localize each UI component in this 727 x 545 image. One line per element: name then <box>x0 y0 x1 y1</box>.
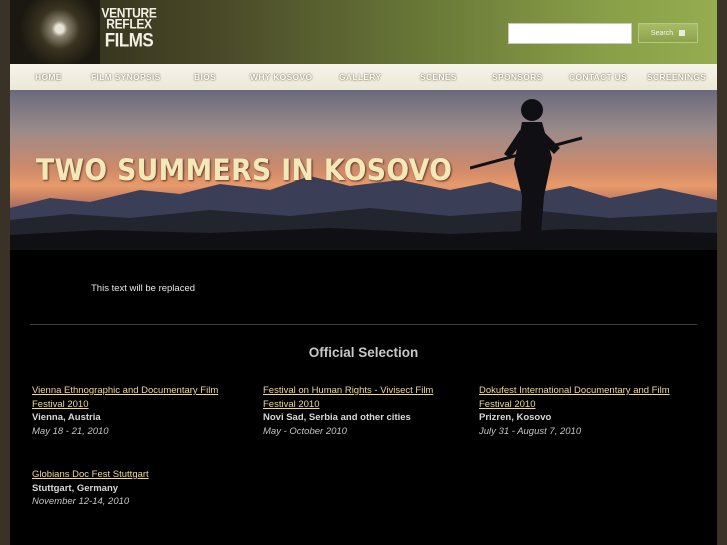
nav-item-why-kosovo[interactable]: WHY KOSOVO <box>250 64 312 90</box>
festival-dates: May 18 - 21, 2010 <box>32 426 109 438</box>
header: VENTURE REFLEX FILMS Search <box>10 0 717 64</box>
nav-item-gallery[interactable]: GALLERY <box>339 64 381 90</box>
festival-dates: July 31 - August 7, 2010 <box>479 426 582 438</box>
divider <box>30 324 697 325</box>
festival-place: Vienna, Austria <box>32 412 101 424</box>
festival-place: Stuttgart, Germany <box>32 482 119 494</box>
festival-item: Vienna Ethnographic and Documentary Film… <box>32 384 232 439</box>
logo[interactable]: VENTURE REFLEX FILMS <box>101 6 157 52</box>
festival-place: Novi Sad, Serbia and other cities <box>263 412 411 424</box>
main-nav: HOME FILM SYNOPSIS BIOS WHY KOSOVO GALLE… <box>10 64 717 90</box>
festival-item: Festival on Human Rights - Vivisect Film… <box>263 384 448 439</box>
page: VENTURE REFLEX FILMS Search HOME FILM SY… <box>10 0 717 545</box>
banner-title: TWO SUMMERS IN KOSOVO <box>36 153 453 187</box>
search-input[interactable] <box>508 23 632 44</box>
search-button-label: Search <box>650 29 674 37</box>
search-icon <box>679 30 686 36</box>
festival-dates: May - October 2010 <box>263 426 347 438</box>
nav-item-contact-us[interactable]: CONTACT US <box>569 64 627 90</box>
festival-link[interactable]: Dokufest International Documentary and F… <box>479 384 689 411</box>
festival-place: Prizren, Kosovo <box>479 412 552 424</box>
nav-item-home[interactable]: HOME <box>35 64 62 90</box>
festival-dates: November 12-14, 2010 <box>32 496 130 508</box>
section-heading: Official Selection <box>308 345 419 360</box>
festival-link[interactable]: Vienna Ethnographic and Documentary Film… <box>32 384 232 411</box>
festival-link[interactable]: Globians Doc Fest Stuttgart <box>32 468 232 482</box>
festival-link[interactable]: Festival on Human Rights - Vivisect Film… <box>263 384 448 411</box>
festival-item: Dokufest International Documentary and F… <box>479 384 689 439</box>
nav-item-bios[interactable]: BIOS <box>194 64 216 90</box>
festival-item: Globians Doc Fest Stuttgart Stuttgart, G… <box>32 468 232 509</box>
nav-item-scenes[interactable]: SCENES <box>420 64 457 90</box>
logo-line-3: FILMS <box>104 29 154 52</box>
nav-item-film-synopsis[interactable]: FILM SYNOPSIS <box>91 64 161 90</box>
logo-image[interactable] <box>10 0 100 64</box>
boy-silhouette-image <box>470 99 583 246</box>
nav-item-sponsors[interactable]: SPONSORS <box>492 64 543 90</box>
search-button[interactable]: Search <box>638 23 698 43</box>
placeholder-text: This text will be replaced <box>91 283 196 294</box>
nav-item-screenings[interactable]: SCREENINGS <box>647 64 706 90</box>
hero-banner: TWO SUMMERS IN KOSOVO <box>10 90 717 250</box>
